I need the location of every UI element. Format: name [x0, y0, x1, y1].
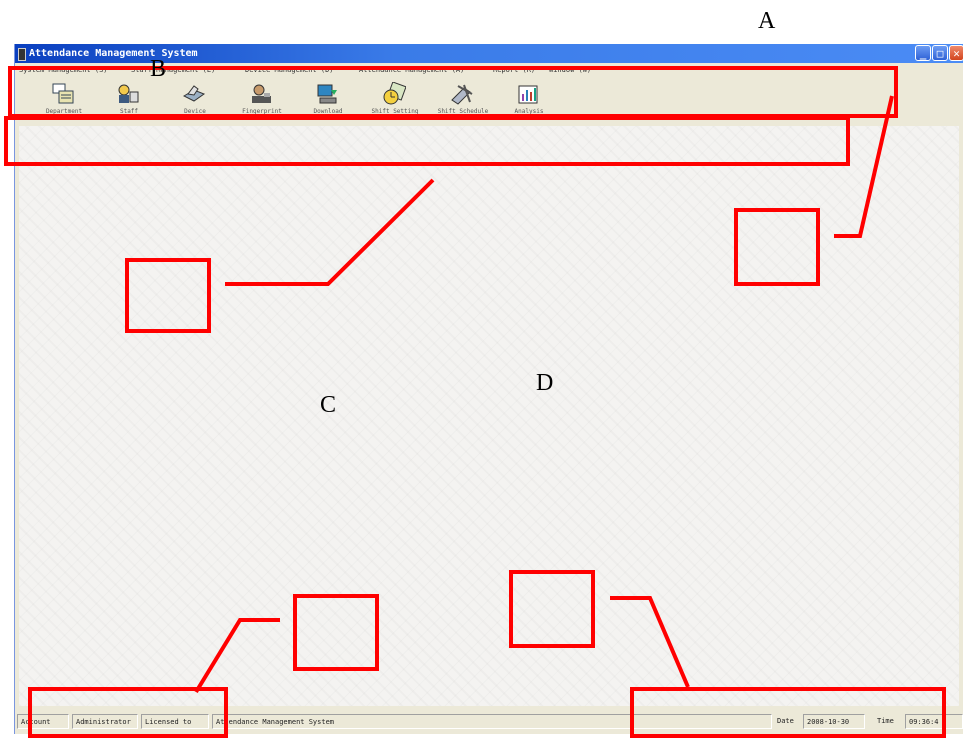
annotation-label-b: B	[150, 56, 167, 82]
callout-line-c	[194, 618, 280, 694]
callout-line-a	[834, 95, 894, 238]
callout-line-b	[225, 178, 435, 286]
annotation-label-c: C	[320, 392, 337, 418]
callout-connector-lines	[194, 95, 894, 694]
annotation-label-d: D	[536, 370, 554, 396]
callout-line-d	[610, 596, 690, 688]
